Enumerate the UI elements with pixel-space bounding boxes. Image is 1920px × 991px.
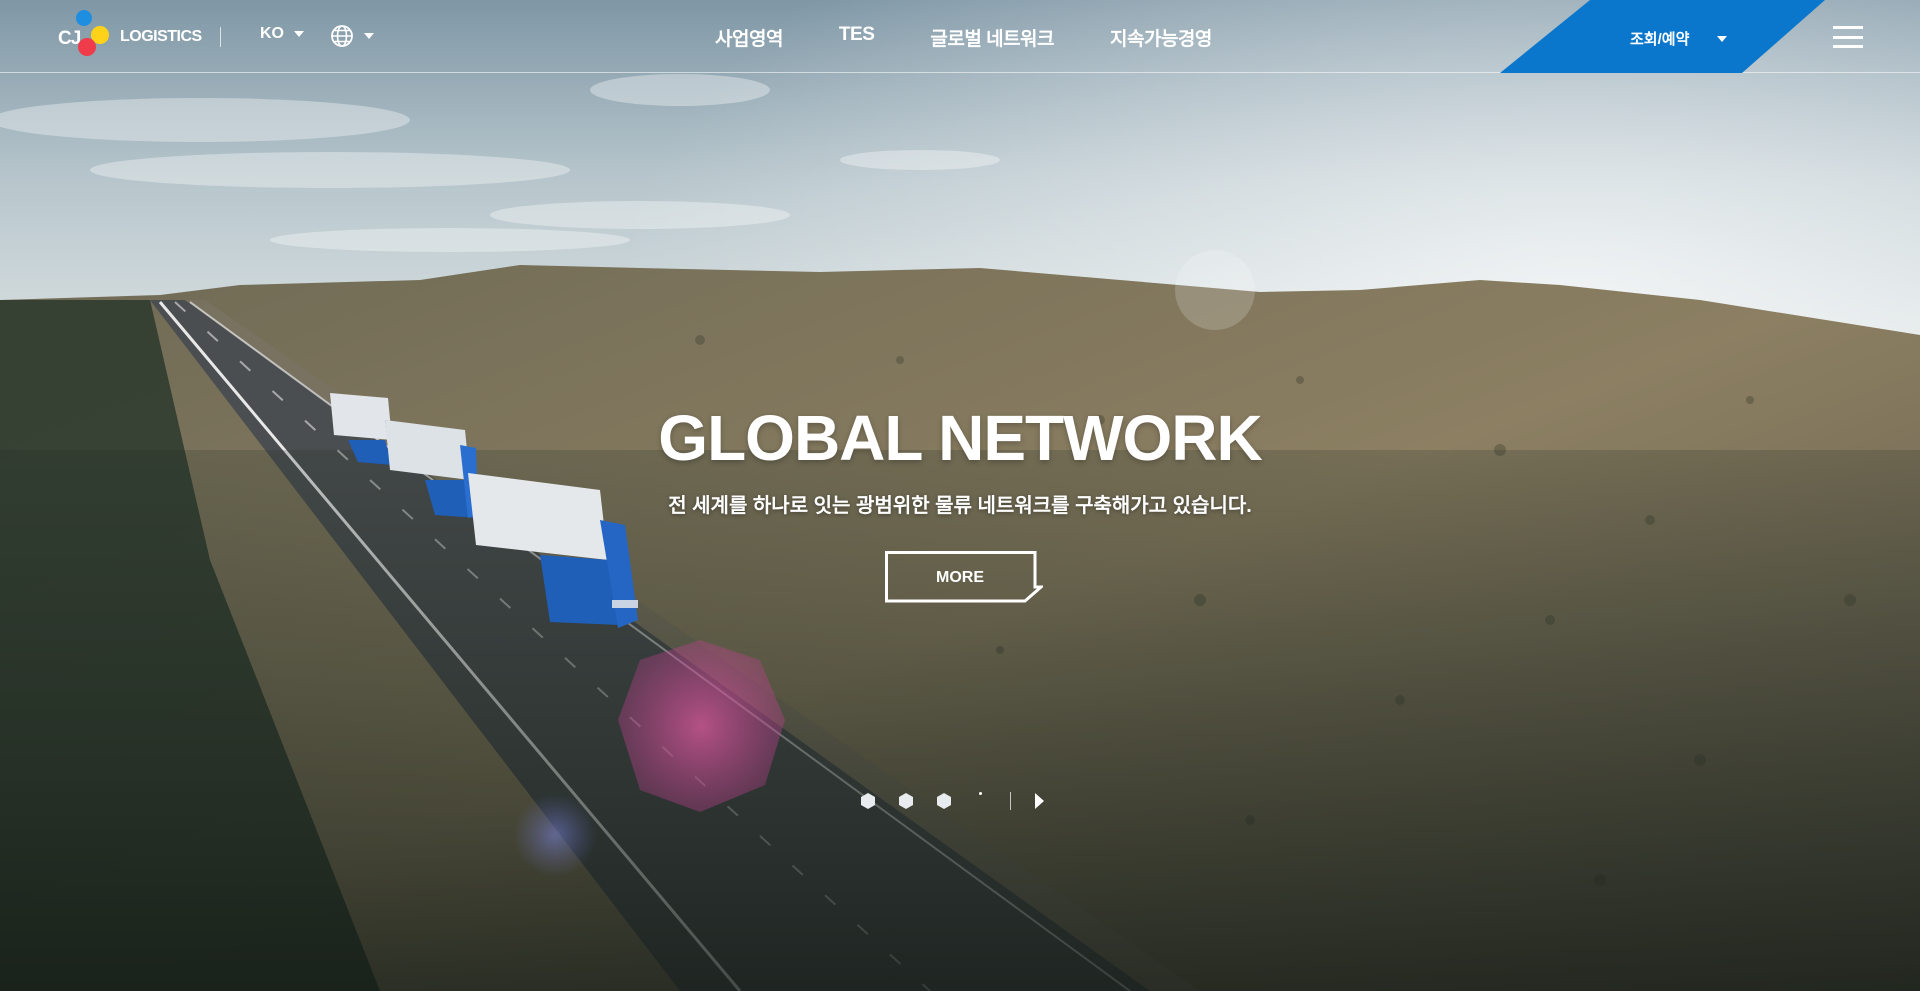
pager-divider: [1010, 792, 1011, 810]
chevron-down-icon: [1717, 35, 1728, 42]
header-divider: [220, 27, 221, 47]
logo-dot-blue: [76, 10, 92, 26]
more-button-label: MORE: [936, 569, 984, 586]
more-button[interactable]: MORE: [885, 551, 1043, 603]
main-navigation: 사업영역 TES 글로벌 네트워크 지속가능경영: [715, 24, 1212, 51]
reserve-label: 조회/예약: [1630, 31, 1690, 48]
hamburger-line: [1833, 45, 1863, 48]
logo-dot-red: [78, 38, 96, 56]
hamburger-line: [1833, 26, 1863, 29]
globe-icon: [331, 25, 353, 47]
slide-dot-2[interactable]: [898, 793, 914, 809]
slide-dot-3[interactable]: [936, 793, 952, 809]
language-selector[interactable]: KO: [260, 25, 304, 43]
site-header: CJ LOGISTICS KO 사업영역 TES 글로벌 네트워크 지속가능경영…: [0, 0, 1920, 73]
chevron-down-icon: [364, 33, 374, 39]
slide-dot-1[interactable]: [860, 793, 876, 809]
nav-item-business-area[interactable]: 사업영역: [715, 24, 783, 51]
nav-item-tes[interactable]: TES: [839, 24, 875, 51]
slide-pagination: [860, 786, 1044, 816]
logo-text: LOGISTICS: [120, 28, 202, 45]
hero-subtitle: 전 세계를 하나로 잇는 광범위한 물류 네트워크를 구축해가고 있습니다.: [668, 495, 1252, 517]
hamburger-menu-button[interactable]: [1833, 26, 1863, 48]
cj-logistics-logo[interactable]: CJ LOGISTICS: [58, 10, 208, 62]
hamburger-line: [1833, 35, 1863, 39]
nav-item-sustainability[interactable]: 지속가능경영: [1110, 24, 1212, 51]
reserve-dropdown-button[interactable]: 조회/예약: [1500, 0, 1825, 73]
language-label: KO: [260, 25, 284, 42]
hero-title: GLOBAL NETWORK: [658, 402, 1262, 474]
slide-dot-4-active[interactable]: [979, 791, 982, 795]
logo-mark-text: CJ: [58, 28, 81, 49]
nav-item-global-network[interactable]: 글로벌 네트워크: [930, 24, 1054, 51]
play-icon[interactable]: [1035, 793, 1044, 809]
cj-logo-icon: CJ: [58, 10, 120, 62]
global-site-selector[interactable]: [330, 24, 374, 48]
chevron-down-icon: [294, 31, 304, 37]
